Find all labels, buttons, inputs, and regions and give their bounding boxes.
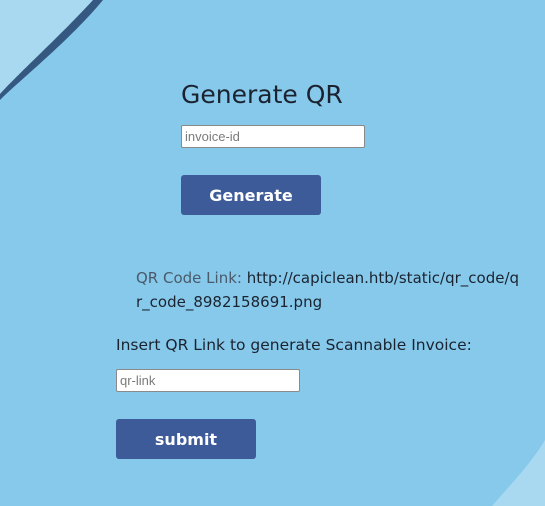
qr-link-input[interactable]	[116, 369, 300, 392]
background-decoration	[0, 0, 545, 506]
qr-code-link-display: QR Code Link: http://capiclean.htb/stati…	[136, 266, 521, 314]
insert-qr-link-label: Insert QR Link to generate Scannable Inv…	[116, 336, 472, 354]
qr-code-link-label: QR Code Link:	[136, 269, 242, 287]
page-title: Generate QR	[181, 80, 343, 109]
decor-swoosh-bottom-right	[492, 440, 545, 506]
submit-button[interactable]: submit	[116, 419, 256, 459]
generate-button[interactable]: Generate	[181, 175, 321, 215]
invoice-id-input[interactable]	[181, 125, 365, 148]
